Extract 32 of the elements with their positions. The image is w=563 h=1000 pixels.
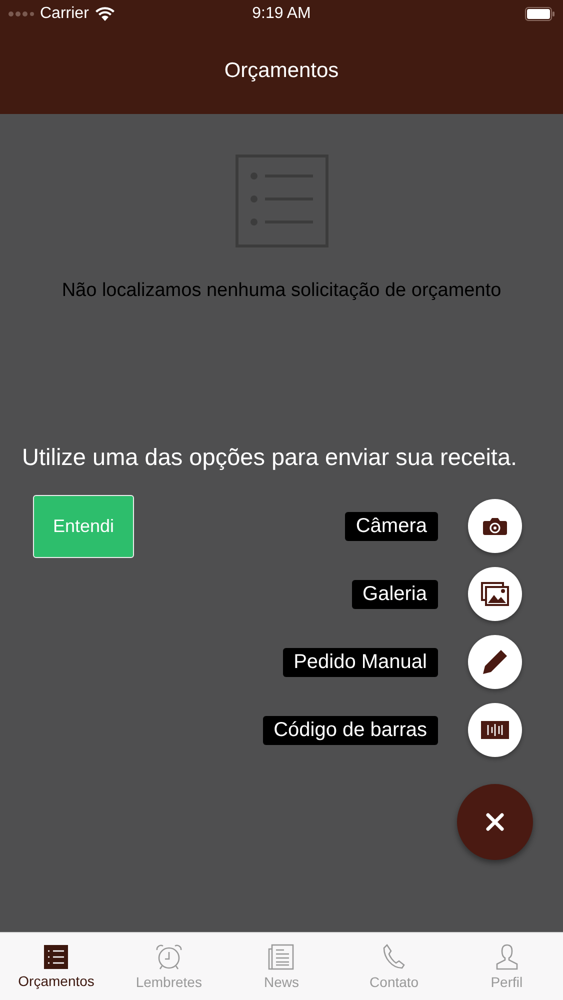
action-label: Galeria	[352, 580, 438, 608]
tab-item[interactable]: Contato	[338, 933, 450, 1000]
close-icon	[486, 813, 504, 831]
action-label: Câmera	[344, 512, 438, 540]
camera-icon	[483, 517, 507, 535]
battery-icon	[525, 7, 555, 21]
person-icon	[496, 944, 518, 970]
action-button[interactable]	[468, 499, 522, 553]
tab-item[interactable]: Perfil	[450, 933, 563, 1000]
action-label: Pedido Manual	[282, 648, 438, 676]
barcode-icon	[481, 721, 509, 739]
tab-item[interactable]: News	[225, 933, 338, 1000]
list-icon	[44, 944, 68, 968]
entendi-button[interactable]: Entendi	[33, 495, 134, 558]
pencil-icon	[482, 649, 508, 675]
tab-item[interactable]: Orçamentos	[0, 933, 113, 1000]
phone-icon	[382, 944, 406, 970]
action-button[interactable]	[468, 567, 522, 621]
signal-icon	[8, 11, 34, 17]
newspaper-icon	[268, 944, 294, 970]
empty-message: Não localizamos nenhuma solicitação de orçamento	[62, 280, 502, 302]
action-label: Código de barras	[262, 716, 438, 744]
images-icon	[481, 582, 509, 606]
tab-item[interactable]: Lembretes	[112, 933, 226, 1000]
carrier-name: Carrier	[40, 5, 89, 23]
tip-text: Utilize uma das opções para enviar sua receita.	[22, 443, 518, 472]
nav-title: Orçamentos	[224, 59, 339, 83]
alarm-clock-icon	[154, 944, 183, 970]
action-button[interactable]	[468, 703, 522, 757]
status-time: 9:19 AM	[252, 5, 311, 23]
action-button[interactable]	[468, 635, 522, 689]
wifi-icon	[94, 7, 115, 21]
